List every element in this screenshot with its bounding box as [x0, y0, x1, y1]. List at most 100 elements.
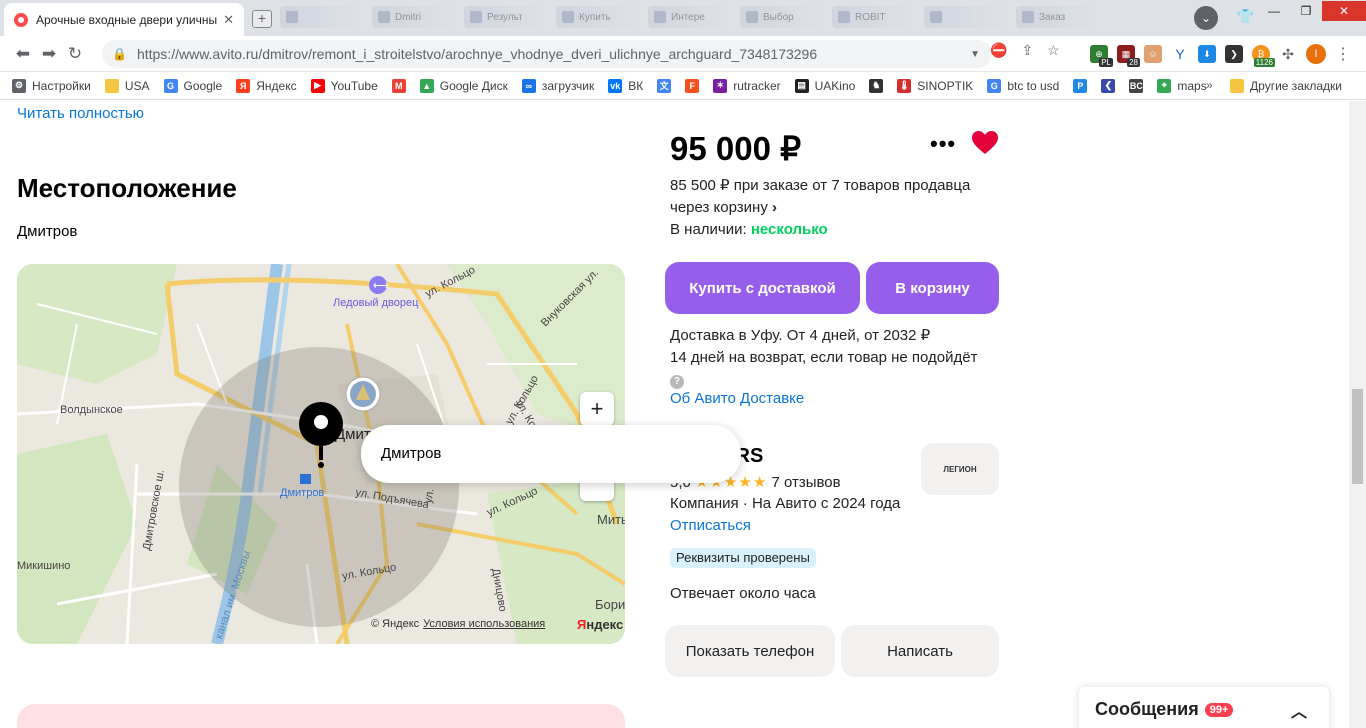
background-tab[interactable]: Результ: [464, 6, 548, 28]
avito-delivery-link[interactable]: Об Авито Доставке: [670, 390, 804, 407]
bookmark-item[interactable]: ▤ UAKino: [794, 78, 855, 93]
chevron-up-icon[interactable]: ︿: [1291, 698, 1307, 722]
forward-icon[interactable]: ➡: [36, 44, 62, 64]
address-bar[interactable]: 🔒 https://www.avito.ru/dmitrov/remont_i_…: [102, 40, 992, 68]
add-to-cart-button[interactable]: В корзину: [866, 262, 999, 314]
bookmark-item[interactable]: vk ВК: [608, 78, 643, 93]
bookmark-item[interactable]: ▲ Google Диск: [419, 78, 508, 93]
gmail-icon: M: [391, 78, 406, 93]
bookmark-item[interactable]: ∞ загрузчик: [521, 78, 594, 93]
customize-icon[interactable]: 👕: [1237, 8, 1254, 25]
bookmark-item[interactable]: USA: [104, 78, 150, 93]
browser-menu-icon[interactable]: ⋮: [1335, 44, 1351, 64]
tab-favicon-icon: [286, 11, 298, 23]
map-attribution: © Яндекс Условия использования: [371, 618, 545, 630]
arrow-icon: ❮: [1101, 78, 1116, 93]
scrollbar-thumb[interactable]: [1352, 389, 1363, 484]
bookmark-label: maps: [1177, 78, 1207, 93]
more-bookmarks-icon[interactable]: »: [1206, 78, 1213, 92]
unsubscribe-link[interactable]: Отписаться: [670, 517, 751, 534]
help-icon[interactable]: ?: [670, 375, 684, 389]
site-permissions-icon[interactable]: ⛔: [990, 42, 1007, 59]
background-tab[interactable]: Dmitri: [372, 6, 456, 28]
profile-avatar[interactable]: I: [1306, 44, 1326, 64]
more-options-icon[interactable]: •••: [930, 131, 956, 157]
page-scrollbar[interactable]: [1349, 101, 1366, 728]
new-tab-button[interactable]: +: [252, 10, 272, 28]
bookmark-item[interactable]: 文: [657, 78, 677, 93]
calendar-extension-icon[interactable]: ▦ 28: [1117, 45, 1140, 67]
yandex-logo-rest: ндекс: [586, 617, 624, 632]
maps-icon: ⌖: [1157, 78, 1172, 93]
tab-favicon-icon: [1022, 11, 1034, 23]
tab-favicon-icon: [838, 11, 850, 23]
browser-toolbar: ⬅ ➡ ↻ 🔒 https://www.avito.ru/dmitrov/rem…: [0, 36, 1366, 72]
bookmark-item[interactable]: P: [1073, 78, 1093, 93]
show-phone-button[interactable]: Показать телефон: [665, 625, 835, 677]
terminal-extension-icon[interactable]: ❯: [1225, 45, 1243, 63]
restore-icon[interactable]: ❐: [1290, 1, 1322, 21]
messages-widget[interactable]: Сообщения 99+ ︿: [1079, 687, 1329, 728]
background-tab[interactable]: ROBIT: [832, 6, 916, 28]
background-tab-title: Купить: [579, 11, 611, 23]
bookmark-item[interactable]: BC: [1129, 78, 1149, 93]
bookmark-item[interactable]: ♞: [869, 78, 889, 93]
bookmark-item[interactable]: ✶ rutracker: [713, 78, 781, 93]
bookmark-item[interactable]: M: [391, 78, 412, 93]
bookmark-item[interactable]: G Google: [163, 78, 222, 93]
pl-extension-icon[interactable]: ⊕ PL: [1090, 45, 1113, 67]
lock-icon[interactable]: 🔒: [112, 47, 127, 61]
dropdown-icon[interactable]: ▼: [970, 49, 980, 60]
bitcoin-extension-icon[interactable]: ₿ 1126: [1252, 45, 1275, 67]
favorite-heart-icon[interactable]: [972, 131, 998, 160]
back-icon[interactable]: ⬅: [10, 44, 36, 64]
minimize-icon[interactable]: —: [1258, 1, 1290, 21]
face-extension-icon[interactable]: ☺: [1144, 45, 1162, 63]
read-more-link[interactable]: Читать полностью: [17, 105, 144, 122]
bookmark-item[interactable]: Gbtc to usd: [987, 78, 1059, 93]
y-extension-icon[interactable]: Y: [1171, 45, 1189, 63]
background-tab[interactable]: Заказ: [1016, 6, 1100, 28]
url-text[interactable]: https://www.avito.ru/dmitrov/remont_i_st…: [137, 46, 970, 62]
background-tab[interactable]: [280, 6, 364, 28]
other-bookmarks[interactable]: Другие закладки: [1230, 72, 1342, 100]
bookmark-item[interactable]: ❮: [1101, 78, 1121, 93]
download-extension-icon[interactable]: ⬇: [1198, 45, 1216, 63]
puzzle-extensions-icon[interactable]: ✣: [1279, 45, 1297, 63]
background-tab-title: Dmitri: [395, 11, 422, 23]
background-tab-title: Результ: [487, 11, 523, 23]
background-tab[interactable]: Выбор: [740, 6, 824, 28]
close-tab-icon[interactable]: ✕: [223, 12, 234, 28]
share-icon[interactable]: ⇪: [1021, 42, 1033, 59]
bookmark-item[interactable]: ⌖ maps: [1157, 78, 1207, 93]
active-tab[interactable]: Арочные входные двери уличные ✕: [4, 3, 244, 36]
bookmark-item[interactable]: F: [685, 78, 705, 93]
availability-value: несколько: [750, 221, 828, 238]
tab-search-icon[interactable]: ⌄: [1194, 6, 1218, 30]
zoom-in-button[interactable]: +: [580, 392, 614, 426]
write-message-button[interactable]: Написать: [841, 625, 999, 677]
yandex-logo[interactable]: Яндекс: [577, 617, 623, 632]
background-tab[interactable]: [924, 6, 1008, 28]
buy-with-delivery-button[interactable]: Купить с доставкой: [665, 262, 860, 314]
cart-offer-text: 85 500 ₽ при заказе от 7 товаров продавц…: [670, 177, 971, 216]
bookmark-item[interactable]: ⚙ Настройки: [12, 78, 91, 93]
reload-icon[interactable]: ↻: [62, 44, 88, 64]
cart-offer[interactable]: 85 500 ₽ при заказе от 7 товаров продавц…: [670, 175, 1000, 219]
bookmark-item[interactable]: ▶ YouTube: [310, 78, 378, 93]
background-tab[interactable]: Интере: [648, 6, 732, 28]
map-label-street: ул.: [422, 487, 437, 505]
background-tab[interactable]: Купить: [556, 6, 640, 28]
close-window-icon[interactable]: ✕: [1322, 1, 1366, 21]
bookmark-star-icon[interactable]: ☆: [1047, 42, 1060, 59]
return-line: 14 дней на возврат, если товар не подойд…: [670, 349, 978, 366]
seller-logo[interactable]: ЛЕГИОН: [921, 443, 999, 495]
map-copyright: © Яндекс: [371, 618, 420, 630]
map-terms-link[interactable]: Условия использования: [423, 618, 545, 630]
bookmark-item[interactable]: Я Яндекс: [236, 78, 297, 93]
bookmark-label: rutracker: [733, 78, 781, 93]
reply-time: Отвечает около часа: [670, 585, 816, 602]
messages-label: Сообщения: [1095, 699, 1199, 719]
bookmark-item[interactable]: 🌡 SINOPTIK: [897, 78, 973, 93]
bookmark-label: Google Диск: [439, 78, 508, 93]
